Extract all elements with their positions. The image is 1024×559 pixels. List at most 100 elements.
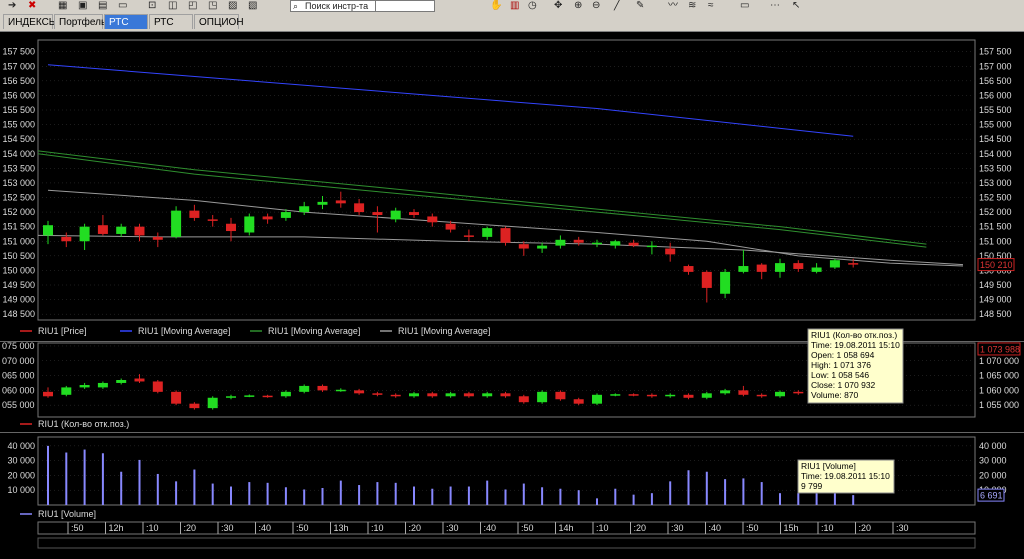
price-candle[interactable] bbox=[518, 244, 529, 249]
price-candle[interactable] bbox=[409, 212, 419, 215]
clock-icon[interactable]: ◷ bbox=[528, 0, 537, 11]
oi-candle[interactable] bbox=[207, 397, 218, 409]
window-icon[interactable]: ◳ bbox=[208, 0, 217, 11]
oi-candle[interactable] bbox=[134, 378, 145, 382]
volume-bar[interactable] bbox=[47, 445, 49, 505]
pointer-icon[interactable]: ↖ bbox=[792, 0, 800, 11]
oi-candle[interactable] bbox=[427, 393, 438, 397]
volume-bar[interactable] bbox=[193, 469, 196, 505]
volume-bar[interactable] bbox=[522, 483, 525, 505]
oi-candle[interactable] bbox=[152, 381, 163, 392]
price-candle[interactable] bbox=[848, 263, 859, 265]
pen-icon[interactable]: ✎ bbox=[636, 0, 644, 11]
oi-candle[interactable] bbox=[244, 395, 255, 397]
oi-candle[interactable] bbox=[775, 391, 785, 397]
oi-candle[interactable] bbox=[628, 394, 639, 396]
oi-candle[interactable] bbox=[573, 399, 584, 404]
wave-icon[interactable]: ≋ bbox=[688, 0, 696, 11]
volume-bar[interactable] bbox=[248, 482, 251, 505]
price-candle[interactable] bbox=[299, 206, 310, 213]
price-candle[interactable] bbox=[79, 226, 90, 242]
price-candle[interactable] bbox=[756, 264, 767, 272]
oi-candle[interactable] bbox=[61, 387, 72, 395]
price-candle[interactable] bbox=[592, 242, 602, 245]
signal-icon[interactable]: 〰 bbox=[668, 0, 678, 11]
oi-candle[interactable] bbox=[720, 390, 731, 394]
price-candle[interactable] bbox=[811, 267, 822, 272]
tab-rts-min[interactable]: РТС мин bbox=[104, 14, 148, 43]
price-candle[interactable] bbox=[427, 216, 438, 223]
volume-bar[interactable] bbox=[650, 493, 653, 505]
volume-bar[interactable] bbox=[760, 482, 763, 505]
instrument-search-input[interactable]: ⌕ Поиск инстр-та bbox=[290, 0, 388, 12]
volume-bar[interactable] bbox=[852, 495, 855, 505]
hand-icon[interactable]: ✋ bbox=[490, 0, 502, 11]
arrow-right-icon[interactable]: ➔ bbox=[8, 0, 16, 11]
oi-candle[interactable] bbox=[756, 394, 767, 397]
oi-candle[interactable] bbox=[500, 393, 511, 397]
oi-candle[interactable] bbox=[445, 393, 456, 397]
price-candle[interactable] bbox=[262, 216, 273, 220]
price-candle[interactable] bbox=[683, 266, 694, 272]
volume-bar[interactable] bbox=[120, 471, 123, 505]
volume-bar[interactable] bbox=[339, 480, 342, 505]
close-red-icon[interactable]: ✖ bbox=[28, 0, 36, 11]
volume-bar[interactable] bbox=[449, 486, 452, 505]
oi-candle[interactable] bbox=[701, 393, 712, 398]
line-tool-icon[interactable]: ╱ bbox=[614, 0, 620, 11]
oi-candle[interactable] bbox=[299, 385, 310, 392]
wave-icon[interactable]: ≈ bbox=[708, 0, 714, 11]
volume-bar[interactable] bbox=[742, 478, 745, 505]
volume-bar[interactable] bbox=[669, 481, 672, 505]
search-extra-field[interactable] bbox=[375, 0, 435, 12]
price-candle[interactable] bbox=[482, 228, 493, 237]
volume-bar[interactable] bbox=[175, 481, 178, 505]
price-candle[interactable] bbox=[628, 242, 639, 246]
oi-candle[interactable] bbox=[555, 391, 566, 400]
volume-bar[interactable] bbox=[65, 452, 68, 505]
oi-candle[interactable] bbox=[97, 382, 108, 388]
price-candle[interactable] bbox=[555, 239, 566, 246]
dotted-icon[interactable]: ⋯ bbox=[770, 0, 780, 11]
oi-candle[interactable] bbox=[646, 394, 657, 397]
move-icon[interactable]: ✥ bbox=[554, 0, 562, 11]
price-candle[interactable] bbox=[738, 266, 749, 272]
oi-candle[interactable] bbox=[683, 394, 694, 398]
volume-bar[interactable] bbox=[596, 498, 598, 505]
window-icon[interactable]: ◫ bbox=[168, 0, 177, 11]
oi-candle[interactable] bbox=[79, 385, 90, 388]
oi-candle[interactable] bbox=[43, 391, 53, 397]
oi-candle[interactable] bbox=[409, 393, 419, 397]
volume-bar[interactable] bbox=[541, 487, 544, 505]
oi-candle[interactable] bbox=[280, 391, 291, 397]
volume-bar[interactable] bbox=[83, 449, 86, 505]
oi-candle[interactable] bbox=[335, 389, 346, 392]
oi-candle[interactable] bbox=[262, 395, 273, 398]
oi-candle[interactable] bbox=[482, 393, 493, 397]
volume-bar[interactable] bbox=[431, 488, 434, 505]
oi-candle[interactable] bbox=[189, 403, 200, 409]
tab-portfolio[interactable]: Портфель bbox=[54, 14, 106, 29]
price-candle[interactable] bbox=[665, 248, 676, 255]
volume-bar[interactable] bbox=[266, 482, 269, 505]
volume-bar[interactable] bbox=[156, 473, 159, 505]
oi-candle[interactable] bbox=[317, 385, 328, 391]
oi-candle[interactable] bbox=[463, 393, 474, 397]
volume-bar[interactable] bbox=[413, 486, 415, 505]
oi-candle[interactable] bbox=[537, 391, 548, 403]
oi-candle[interactable] bbox=[738, 390, 749, 395]
price-candle[interactable] bbox=[829, 260, 840, 268]
oi-candle[interactable] bbox=[518, 396, 529, 403]
oi-candle[interactable] bbox=[116, 380, 127, 383]
oi-candle[interactable] bbox=[665, 394, 676, 397]
price-candle[interactable] bbox=[646, 245, 657, 248]
price-candle[interactable] bbox=[354, 203, 365, 213]
oi-candle[interactable] bbox=[592, 394, 602, 404]
volume-bar[interactable] bbox=[504, 489, 507, 505]
price-candle[interactable] bbox=[134, 226, 145, 236]
price-candle[interactable] bbox=[372, 212, 383, 215]
price-candle[interactable] bbox=[610, 241, 621, 246]
price-candle[interactable] bbox=[207, 219, 218, 221]
window-icon[interactable]: ▭ bbox=[118, 0, 127, 11]
rectangle-icon[interactable]: ▭ bbox=[740, 0, 749, 11]
